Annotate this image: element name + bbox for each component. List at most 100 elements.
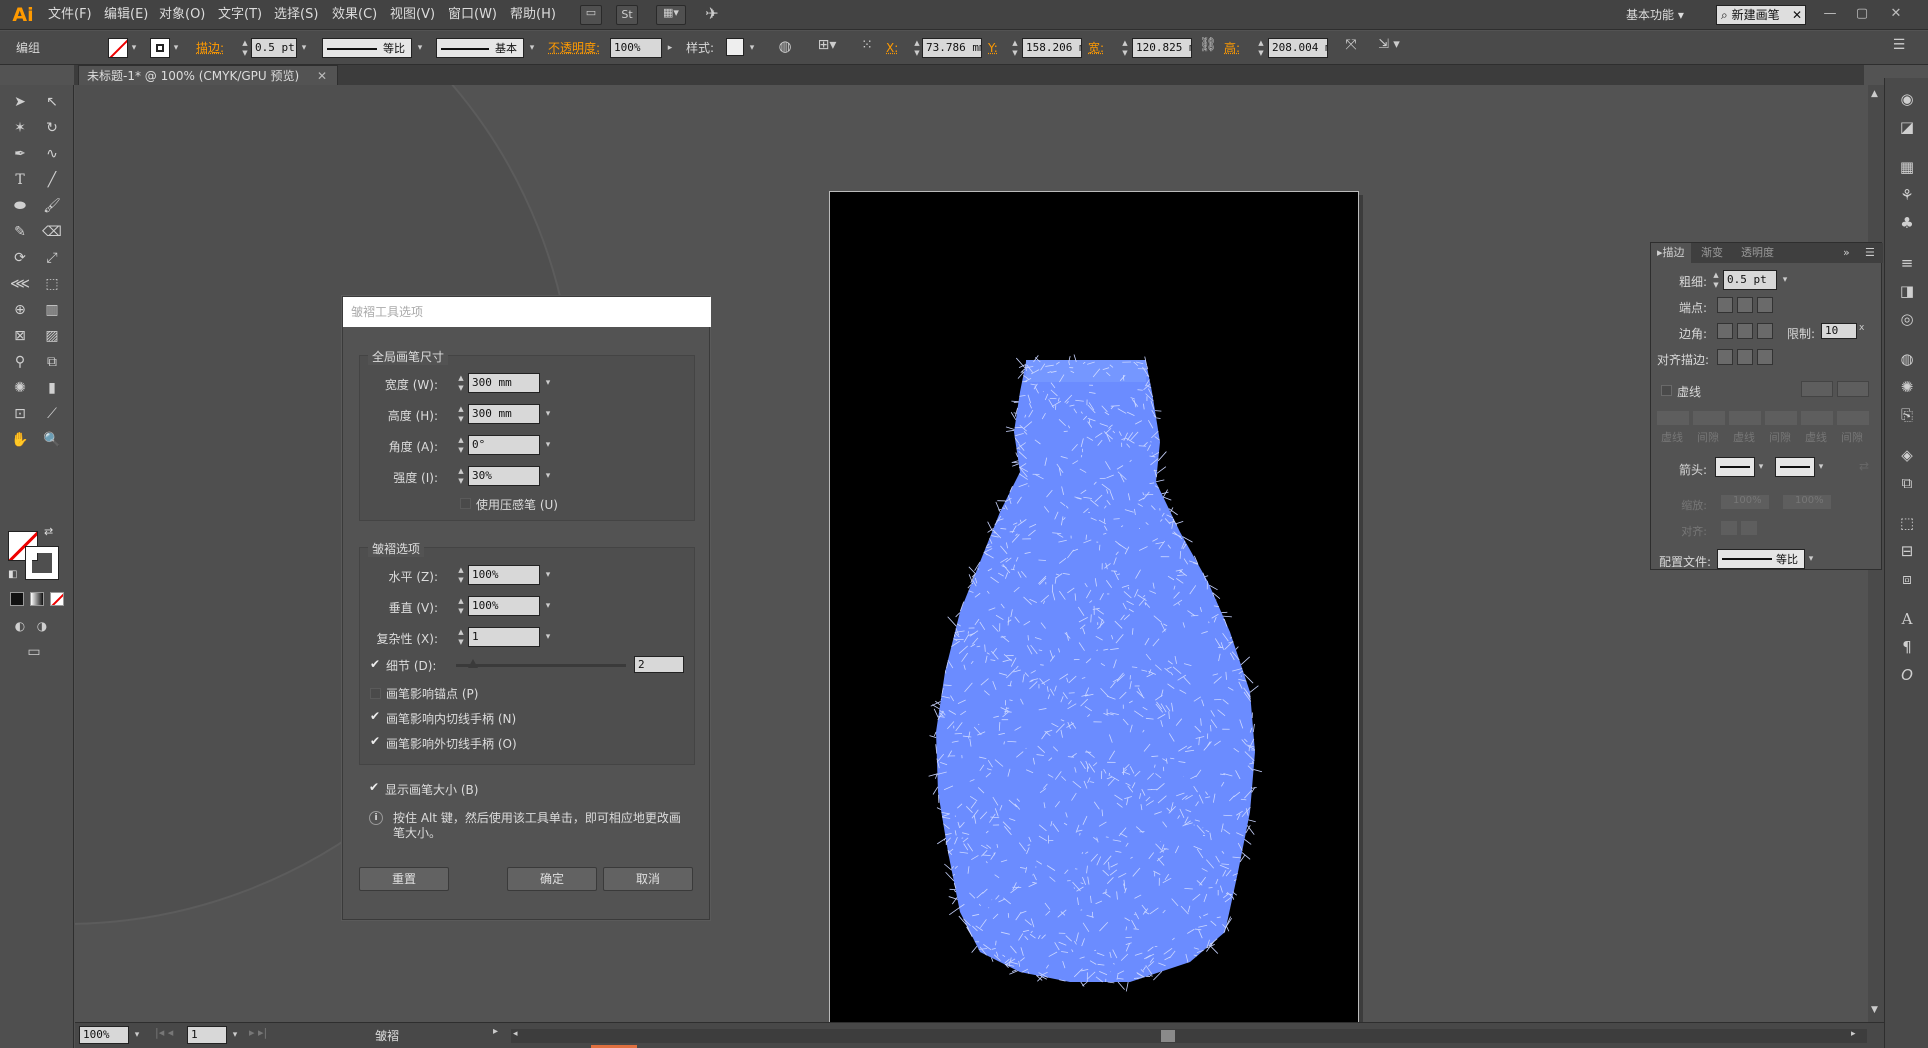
eraser-tool-icon[interactable]: ⌫ [40,221,64,243]
horizontal-dropdown[interactable]: ▾ [542,565,554,585]
round-join-button[interactable] [1737,323,1753,339]
y-field[interactable]: 158.206 m [1022,38,1082,58]
menu-effect[interactable]: 效果(C) [328,0,381,30]
fill-swatch[interactable] [108,38,128,58]
close-icon[interactable]: ✕ [1882,4,1910,24]
panel-menu-icon[interactable]: ☰ [1888,37,1910,59]
menu-type[interactable]: 文字(T) [214,0,266,30]
menu-file[interactable]: 文件(F) [44,0,96,30]
artboard-number-field[interactable]: 1 [187,1026,227,1044]
scroll-left-icon[interactable]: ◂ [513,1029,518,1039]
complexity-dropdown[interactable]: ▾ [542,627,554,647]
vertical-field[interactable]: 100% [468,596,540,616]
zoom-dropdown[interactable]: ▾ [131,1025,143,1045]
menu-edit[interactable]: 编辑(E) [100,0,152,30]
x-field[interactable]: 73.786 mm [922,38,982,58]
round-cap-button[interactable] [1737,297,1753,313]
fill-dropdown[interactable]: ▾ [128,38,140,58]
scroll-thumb[interactable] [1161,1030,1175,1042]
curvature-tool-icon[interactable]: ∿ [40,143,64,165]
limit-field[interactable]: 10 [1821,323,1857,339]
horizontal-scrollbar[interactable]: ◂ ▸ [511,1029,1867,1043]
stock-icon[interactable]: St [616,5,638,25]
character-icon[interactable]: A [1895,608,1919,630]
paintbrush-tool-icon[interactable]: 🖌 [40,195,64,217]
width-label[interactable]: 宽: [1088,39,1104,57]
minimize-icon[interactable]: — [1816,4,1844,24]
align-dash-button[interactable] [1837,381,1869,397]
transform-panel-icon[interactable]: ⬚ [1895,512,1919,534]
align-outside-button[interactable] [1757,349,1773,365]
intensity-dropdown[interactable]: ▾ [542,466,554,486]
intensity-spinner[interactable]: ▲ ▼ [456,466,466,486]
symbols-icon[interactable]: ♣ [1895,212,1919,234]
dash-field-3[interactable] [1801,411,1833,425]
pathfinder-icon[interactable]: ⧈ [1895,568,1919,590]
variable-width-profile[interactable]: 等比 [322,38,412,58]
zoom-field[interactable]: 100% [79,1026,129,1044]
slice-tool-icon[interactable]: ⟋ [40,403,64,425]
scroll-up-icon[interactable]: ▲ [1871,89,1878,99]
detail-checkbox[interactable]: ✔ [370,658,382,670]
menu-window[interactable]: 窗口(W) [444,0,501,30]
bevel-join-button[interactable] [1757,323,1773,339]
transparency-icon[interactable]: ◎ [1895,308,1919,330]
swatches-icon[interactable]: ▦ [1895,156,1919,178]
reset-button[interactable]: 重置 [359,867,449,891]
symbol-sprayer-tool-icon[interactable]: ✺ [8,377,32,399]
scroll-right-icon[interactable]: ▸ [1851,1029,1856,1039]
y-spinner[interactable]: ▲ ▼ [1010,38,1020,58]
stroke-swatch[interactable] [150,38,170,58]
complexity-spinner[interactable]: ▲ ▼ [456,627,466,647]
menu-view[interactable]: 视图(V) [386,0,439,30]
style-dropdown[interactable]: ▾ [746,38,758,58]
height-field[interactable]: 300 mm [468,404,540,424]
stroke-label[interactable]: 描边: [196,39,224,57]
horizontal-spinner[interactable]: ▲ ▼ [456,565,466,585]
angle-dropdown[interactable]: ▾ [542,435,554,455]
width-dropdown[interactable]: ▾ [542,373,554,393]
magic-wand-tool-icon[interactable]: ✶ [8,117,32,139]
profile-dropdown[interactable]: ▾ [414,38,426,58]
dash-field-1[interactable] [1657,411,1689,425]
affect-out-handle-checkbox[interactable]: ✔ [370,735,382,747]
stroke-icon[interactable]: ≡ [1895,252,1919,274]
hand-tool-icon[interactable]: ✋ [8,429,32,451]
draw-inside-icon[interactable]: ◑ [30,615,54,637]
eyedropper-tool-icon[interactable]: ⚲ [8,351,32,373]
search-field[interactable]: ⌕ 新建画笔 ✕ [1716,5,1806,25]
height-label[interactable]: 高: [1224,39,1240,57]
affect-anchor-checkbox[interactable] [370,688,381,699]
end-arrowhead[interactable] [1775,457,1815,477]
preserve-dash-button[interactable] [1801,381,1833,397]
angle-field[interactable]: 0° [468,435,540,455]
detail-slider[interactable] [456,659,626,668]
first-artboard-icon[interactable]: |◂ ◂ [155,1026,173,1039]
pressure-checkbox[interactable] [460,498,471,509]
gap-field-1[interactable] [1693,411,1725,425]
artboards-icon[interactable]: ⧉ [1895,472,1919,494]
align-icon[interactable]: ⊞▾ [814,37,840,59]
column-graph-tool-icon[interactable]: ▮ [40,377,64,399]
gradient-icon[interactable]: ◨ [1895,280,1919,302]
blend-tool-icon[interactable]: ⧉ [40,351,64,373]
stroke-panel-menu-icon[interactable]: ☰ [1859,243,1881,263]
butt-cap-button[interactable] [1717,297,1733,313]
close-tab-icon[interactable]: ✕ [317,69,327,83]
stroke-spinner[interactable]: ▲ ▼ [240,38,250,58]
stroke-weight-dropdown[interactable]: ▾ [298,38,310,58]
lasso-tool-icon[interactable]: ↻ [40,117,64,139]
align-panel-icon[interactable]: ⊟ [1895,540,1919,562]
menu-help[interactable]: 帮助(H) [506,0,560,30]
artboard[interactable] [829,191,1359,1022]
image-trace-icon[interactable]: ⎘ [1895,404,1919,426]
vertical-spinner[interactable]: ▲ ▼ [456,596,466,616]
x-spinner[interactable]: ▲ ▼ [912,38,922,58]
arrow-align-tip-button[interactable] [1721,521,1737,535]
free-transform-tool-icon[interactable]: ⬚ [40,273,64,295]
paragraph-icon[interactable]: ¶ [1895,636,1919,658]
vertical-dropdown[interactable]: ▾ [542,596,554,616]
swap-colors-icon[interactable]: ⇄ [44,525,58,539]
line-tool-icon[interactable]: ╱ [40,169,64,191]
width-spinner[interactable]: ▲ ▼ [1120,38,1130,58]
